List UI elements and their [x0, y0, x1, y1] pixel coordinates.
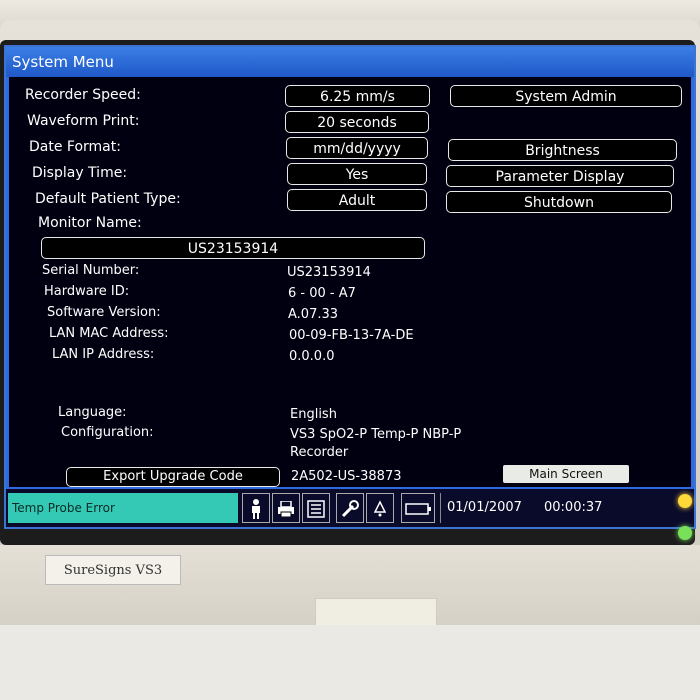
parameter-display-button[interactable]: Parameter Display — [446, 165, 674, 187]
upgrade-code-value: 2A502-US-38873 — [291, 469, 402, 484]
display-time-label: Display Time: — [32, 165, 128, 181]
configuration-label: Configuration: — [61, 425, 154, 440]
configuration-value-recorder: Recorder — [290, 445, 349, 460]
software-version-value: A.07.33 — [288, 307, 339, 322]
alarm-led-icon — [678, 494, 692, 508]
language-label: Language: — [58, 405, 127, 420]
monitor-name-field[interactable]: US23153914 — [41, 237, 425, 259]
date-display: 01/01/2007 — [440, 493, 522, 523]
lan-ip-address-label: LAN IP Address: — [52, 347, 155, 362]
status-message: Temp Probe Error — [8, 493, 238, 523]
recorder-speed-label: Recorder Speed: — [25, 87, 141, 103]
default-patient-type-button[interactable]: Adult — [287, 189, 427, 211]
status-bar: Temp Probe Error 01/01/2007 00:00:37 — [6, 487, 694, 527]
background-surface — [0, 625, 700, 700]
language-value: English — [290, 407, 337, 422]
main-screen-button[interactable]: Main Screen — [503, 465, 629, 483]
system-admin-button[interactable]: System Admin — [450, 85, 682, 107]
wrench-icon[interactable] — [336, 493, 364, 523]
serial-number-label: Serial Number: — [42, 263, 140, 278]
date-format-button[interactable]: mm/dd/yyyy — [286, 137, 428, 159]
export-upgrade-code-button[interactable]: Export Upgrade Code — [66, 467, 280, 487]
lan-mac-address-label: LAN MAC Address: — [49, 326, 169, 341]
lan-mac-address-value: 00-09-FB-13-7A-DE — [289, 328, 414, 343]
person-icon[interactable] — [242, 493, 270, 523]
brand-label: SureSigns VS3 — [45, 555, 181, 585]
report-icon[interactable] — [302, 493, 330, 523]
default-patient-type-label: Default Patient Type: — [35, 191, 181, 207]
waveform-print-label: Waveform Print: — [27, 113, 140, 129]
monitor-name-label: Monitor Name: — [38, 215, 142, 231]
date-format-label: Date Format: — [29, 139, 121, 155]
bell-icon[interactable] — [366, 493, 394, 523]
monitor-screen: System Menu Recorder Speed: Waveform Pri… — [4, 45, 696, 529]
lan-ip-address-value: 0.0.0.0 — [289, 349, 335, 364]
configuration-value: VS3 SpO2-P Temp-P NBP-P — [290, 427, 462, 442]
hardware-id-label: Hardware ID: — [44, 284, 130, 299]
waveform-print-button[interactable]: 20 seconds — [285, 111, 429, 133]
system-menu-panel: Recorder Speed: Waveform Print: Date For… — [6, 77, 694, 487]
power-led-icon — [678, 526, 692, 540]
recorder-speed-button[interactable]: 6.25 mm/s — [285, 85, 430, 107]
battery-icon — [401, 493, 435, 523]
brightness-button[interactable]: Brightness — [448, 139, 677, 161]
time-display: 00:00:37 — [544, 500, 603, 515]
software-version-label: Software Version: — [47, 305, 161, 320]
hardware-id-value: 6 - 00 - A7 — [288, 286, 356, 301]
display-time-button[interactable]: Yes — [287, 163, 427, 185]
printer-icon[interactable] — [272, 493, 300, 523]
serial-number-value: US23153914 — [287, 265, 371, 280]
window-title: System Menu — [6, 47, 694, 77]
shutdown-button[interactable]: Shutdown — [446, 191, 672, 213]
